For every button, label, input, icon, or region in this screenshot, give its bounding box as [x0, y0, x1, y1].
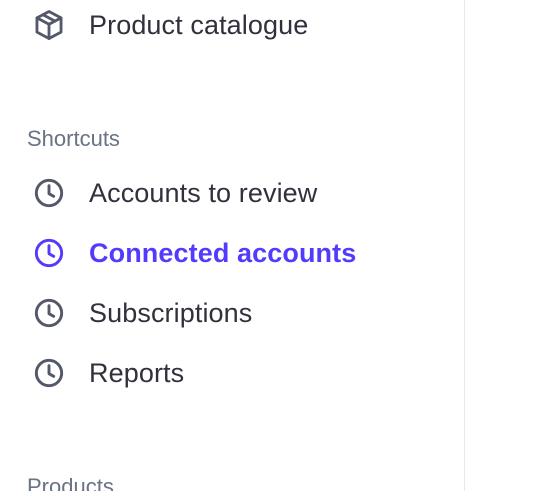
sidebar-item-label: Connected accounts — [89, 237, 357, 268]
sidebar-item-subscriptions[interactable]: Subscriptions — [32, 293, 252, 333]
sidebar-item-label: Accounts to review — [89, 177, 318, 208]
sidebar-item-product-catalogue[interactable]: Product catalogue — [32, 5, 308, 45]
sidebar-nav: Product catalogue Shortcuts Accounts to … — [0, 0, 464, 491]
section-header-shortcuts: Shortcuts — [27, 126, 120, 151]
clock-icon — [31, 235, 67, 271]
sidebar-item-label: Subscriptions — [89, 297, 253, 328]
main-content — [465, 0, 552, 491]
sidebar-item-connected-accounts[interactable]: Connected accounts — [32, 233, 356, 273]
section-header-products: Products — [27, 474, 114, 491]
page: Product catalogue Shortcuts Accounts to … — [0, 0, 552, 491]
sidebar-item-accounts-to-review[interactable]: Accounts to review — [32, 173, 317, 213]
sidebar-item-label: Reports — [89, 357, 185, 388]
package-icon — [31, 7, 67, 43]
clock-icon — [31, 295, 67, 331]
sidebar-item-reports[interactable]: Reports — [32, 353, 184, 393]
clock-icon — [31, 175, 67, 211]
sidebar-item-label: Product catalogue — [89, 9, 309, 40]
clock-icon — [31, 355, 67, 391]
